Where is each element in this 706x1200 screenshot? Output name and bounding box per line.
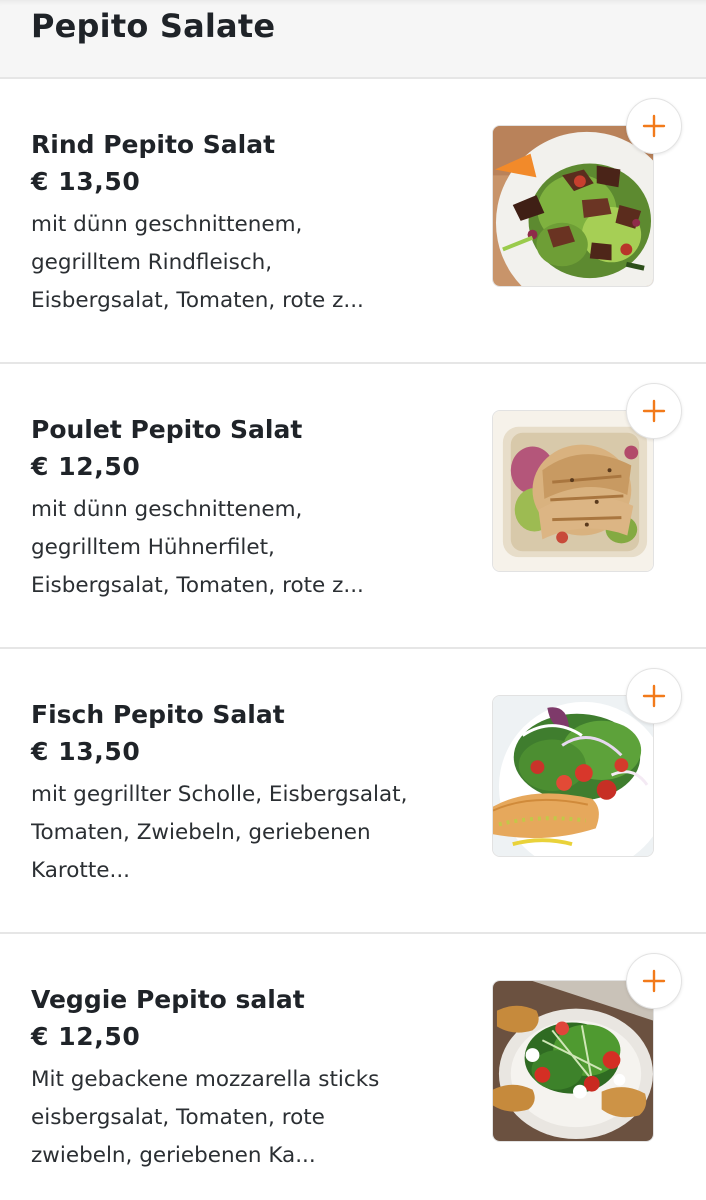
- item-name: Rind Pepito Salat: [31, 130, 276, 159]
- chicken-salad-image[interactable]: [492, 410, 654, 572]
- beef-salad-image[interactable]: [492, 125, 654, 287]
- item-price: € 13,50: [31, 737, 141, 766]
- section-title: Pepito Salate: [31, 7, 276, 45]
- item-name: Poulet Pepito Salat: [31, 415, 303, 444]
- add-to-cart-button[interactable]: [626, 953, 682, 1009]
- item-name: Veggie Pepito salat: [31, 985, 305, 1014]
- item-price: € 13,50: [31, 167, 141, 196]
- menu-item-veggie-pepito-salat[interactable]: Veggie Pepito salat € 12,50 Mit gebacken…: [0, 934, 706, 1200]
- add-to-cart-button[interactable]: [626, 98, 682, 154]
- item-text: Veggie Pepito salat € 12,50 Mit gebacken…: [31, 982, 451, 1175]
- beef-salad-illustration: [493, 126, 653, 286]
- plus-icon: [642, 684, 666, 708]
- item-name: Fisch Pepito Salat: [31, 700, 285, 729]
- item-text: Poulet Pepito Salat € 12,50 mit dünn ges…: [31, 412, 451, 605]
- chicken-salad-illustration: [493, 411, 653, 571]
- item-text: Rind Pepito Salat € 13,50 mit dünn gesch…: [31, 127, 451, 320]
- veggie-salad-image[interactable]: [492, 980, 654, 1142]
- fish-salad-illustration: [493, 696, 653, 856]
- item-price: € 12,50: [31, 1022, 141, 1051]
- item-description: mit gegrillter Scholle, Eisbergsalat, To…: [31, 782, 408, 883]
- section-header: Pepito Salate: [0, 0, 706, 79]
- item-text: Fisch Pepito Salat € 13,50 mit gegrillte…: [31, 697, 451, 890]
- item-description: mit dünn geschnittenem, gegrilltem Rindf…: [31, 212, 364, 313]
- menu-page: Pepito Salate Rind Pepito Salat € 13,50 …: [0, 0, 706, 1200]
- menu-item-fisch-pepito-salat[interactable]: Fisch Pepito Salat € 13,50 mit gegrillte…: [0, 649, 706, 934]
- add-to-cart-button[interactable]: [626, 383, 682, 439]
- menu-list: Rind Pepito Salat € 13,50 mit dünn gesch…: [0, 79, 706, 1200]
- plus-icon: [642, 969, 666, 993]
- plus-icon: [642, 399, 666, 423]
- plus-icon: [642, 114, 666, 138]
- item-price: € 12,50: [31, 452, 141, 481]
- fish-salad-image[interactable]: [492, 695, 654, 857]
- menu-item-rind-pepito-salat[interactable]: Rind Pepito Salat € 13,50 mit dünn gesch…: [0, 79, 706, 364]
- item-description: mit dünn geschnittenem, gegrilltem Hühne…: [31, 497, 364, 598]
- add-to-cart-button[interactable]: [626, 668, 682, 724]
- item-description: Mit gebackene mozzarella sticks eisbergs…: [31, 1067, 380, 1168]
- menu-item-poulet-pepito-salat[interactable]: Poulet Pepito Salat € 12,50 mit dünn ges…: [0, 364, 706, 649]
- veggie-salad-illustration: [493, 981, 653, 1141]
